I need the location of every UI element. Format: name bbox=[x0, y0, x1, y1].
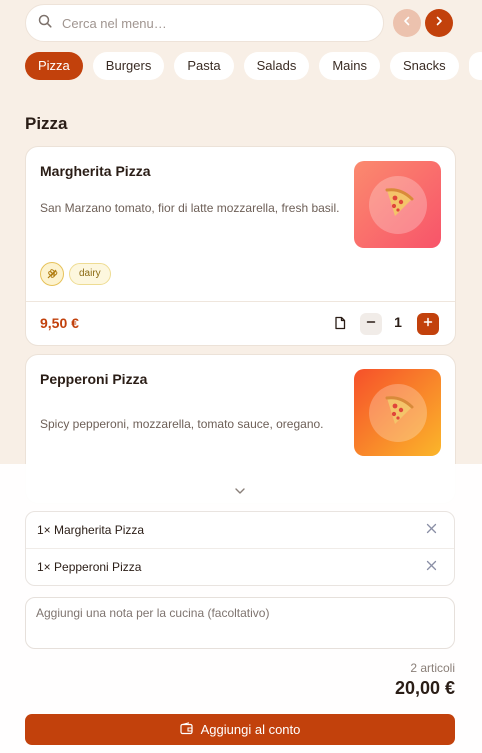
dairy-tag: dairy bbox=[69, 263, 111, 285]
close-icon bbox=[426, 521, 437, 539]
menu-item-card[interactable]: Margherita Pizza San Marzano tomato, fio… bbox=[25, 146, 456, 346]
chevron-right-icon bbox=[433, 14, 445, 32]
remove-line-button[interactable] bbox=[424, 560, 438, 574]
kitchen-note-field[interactable] bbox=[25, 597, 455, 649]
pizza-icon bbox=[381, 393, 415, 432]
collapse-sheet-button[interactable] bbox=[232, 484, 248, 496]
wheat-icon bbox=[40, 262, 64, 286]
item-image bbox=[354, 161, 441, 248]
add-note-button[interactable] bbox=[330, 315, 350, 335]
item-description: San Marzano tomato, fior di latte mozzar… bbox=[40, 201, 340, 215]
tab-burgers[interactable]: Burgers bbox=[92, 52, 165, 80]
search-input[interactable] bbox=[62, 15, 352, 31]
item-name: Pepperoni Pizza bbox=[40, 371, 148, 387]
top-bar bbox=[25, 4, 455, 42]
cart-line-label: 1× Pepperoni Pizza bbox=[37, 560, 142, 574]
item-count: 2 articoli bbox=[410, 661, 455, 675]
remove-line-button[interactable] bbox=[424, 523, 438, 537]
cart-line: 1× Pepperoni Pizza bbox=[26, 549, 454, 586]
cart-list: 1× Margherita Pizza 1× Pepperoni Pizza bbox=[25, 511, 455, 586]
add-to-bill-button[interactable]: Aggiungi al conto bbox=[25, 714, 455, 745]
chevron-down-icon bbox=[232, 484, 248, 501]
tab-pizza[interactable]: Pizza bbox=[25, 52, 83, 80]
item-quantity: 1 bbox=[394, 314, 402, 330]
item-price: 9,50 € bbox=[40, 315, 79, 331]
pizza-icon bbox=[381, 185, 415, 224]
category-tabs: Pizza Burgers Pasta Salads Mains Snacks … bbox=[25, 52, 482, 80]
scroll-right-button[interactable] bbox=[425, 9, 453, 37]
order-total: 20,00 € bbox=[394, 678, 455, 698]
increase-quantity-button[interactable] bbox=[417, 313, 439, 335]
cart-line-label: 1× Margherita Pizza bbox=[37, 523, 145, 537]
section-title: Pizza bbox=[25, 114, 68, 133]
note-icon bbox=[333, 316, 347, 335]
item-name: Margherita Pizza bbox=[40, 163, 151, 179]
item-description: Spicy pepperoni, mozzarella, tomato sauc… bbox=[40, 417, 324, 431]
search-icon bbox=[38, 14, 52, 33]
search-box[interactable] bbox=[25, 4, 384, 42]
order-sheet: 1× Margherita Pizza 1× Pepperoni Pizza 2… bbox=[0, 464, 482, 753]
chevron-left-icon bbox=[401, 14, 413, 32]
plus-icon bbox=[422, 315, 434, 333]
scroll-left-button[interactable] bbox=[393, 9, 421, 37]
cart-line: 1× Margherita Pizza bbox=[26, 512, 454, 549]
add-to-bill-label: Aggiungi al conto bbox=[200, 722, 301, 737]
menu-page: Pizza Burgers Pasta Salads Mains Snacks … bbox=[0, 0, 482, 753]
item-image bbox=[354, 369, 441, 456]
tab-pasta[interactable]: Pasta bbox=[174, 52, 234, 80]
item-footer: 9,50 € 1 bbox=[26, 301, 455, 345]
allergen-tags: dairy bbox=[40, 262, 111, 286]
minus-icon bbox=[365, 315, 377, 333]
decrease-quantity-button[interactable] bbox=[360, 313, 382, 335]
tab-snacks[interactable]: Snacks bbox=[390, 52, 459, 80]
tab-salads[interactable]: Salads bbox=[243, 52, 310, 80]
wallet-icon bbox=[180, 721, 193, 738]
tab-mains[interactable]: Mains bbox=[319, 52, 381, 80]
close-icon bbox=[426, 558, 437, 576]
tab-partial[interactable]: D bbox=[468, 52, 482, 80]
